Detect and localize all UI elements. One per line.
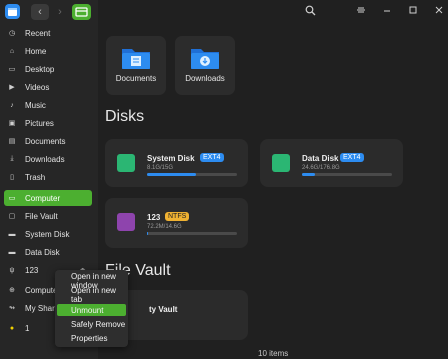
disk-size: 24.6G/176.8G (302, 165, 340, 171)
sidebar-item-label: System Disk (25, 229, 70, 239)
sidebar-item-label: Documents (25, 136, 66, 146)
sidebar-item-label: Data Disk (25, 247, 60, 257)
sidebar-item-computer[interactable]: ▭ Computer (4, 190, 92, 206)
vault-icon: ▢ (8, 213, 16, 220)
search-icon[interactable] (305, 5, 316, 18)
usage-bar (302, 173, 392, 176)
usage-bar-fill (147, 173, 196, 176)
back-button[interactable]: ‹ (31, 4, 49, 20)
tag-icon: ● (9, 324, 15, 332)
disk-name: System Disk (147, 154, 195, 163)
sidebar-item-label: File Vault (25, 211, 58, 221)
usage-bar (147, 173, 237, 176)
sidebar-item-label: Downloads (25, 154, 65, 164)
sidebar-item-music[interactable]: ♪ Music (4, 97, 92, 113)
disk-card-data[interactable]: Data Disk EXT4 24.6G/176.8G (260, 139, 403, 187)
disk-card-system[interactable]: System Disk EXT4 8.1G/15G (105, 139, 248, 187)
usb-disk-icon (117, 213, 135, 231)
sidebar-item-recent[interactable]: ◷ Recent (4, 25, 92, 41)
fs-badge: NTFS (165, 212, 190, 221)
sidebar-item-label: Home (25, 46, 47, 56)
disk-size: 72.2M/14.6G (147, 224, 182, 230)
usage-bar-fill (147, 232, 148, 235)
sidebar-item-home[interactable]: ⌂ Home (4, 43, 92, 59)
fs-badge: EXT4 (340, 153, 364, 162)
sidebar-item-downloads[interactable]: ⤓ Downloads (4, 151, 92, 167)
minimize-icon[interactable] (382, 5, 392, 17)
disk-name: 123 (147, 213, 161, 222)
sidebar-item-label: Pictures (25, 118, 54, 128)
network-icon: ⊕ (9, 287, 15, 294)
menu-item-unmount[interactable]: Unmount (57, 304, 126, 316)
view-mode-button[interactable] (72, 4, 91, 20)
menu-item-safely-remove[interactable]: Safely Remove (57, 318, 126, 330)
sidebar-item-label: 123 (25, 265, 39, 275)
sidebar-item-system-disk[interactable]: ▬ System Disk (4, 226, 92, 242)
context-menu: Open in new window Open in new tab Unmou… (55, 270, 128, 347)
vault-label: ty Vault (149, 305, 178, 314)
sidebar-item-label: Trash (25, 172, 46, 182)
desktop-icon: ▭ (8, 66, 16, 73)
documents-folder-icon (120, 45, 152, 73)
data-disk-icon (272, 154, 290, 172)
usage-bar-fill (302, 173, 315, 176)
sidebar-item-documents[interactable]: ▤ Documents (4, 133, 92, 149)
sidebar-item-trash[interactable]: ▯ Trash (4, 169, 92, 185)
folder-documents[interactable]: Documents (106, 36, 166, 95)
document-icon: ▤ (8, 138, 16, 145)
sidebar-item-label: Recent (25, 28, 51, 38)
fs-badge: EXT4 (200, 153, 224, 162)
sidebar-item-file-vault[interactable]: ▢ File Vault (4, 208, 92, 224)
usb-icon: ψ (9, 266, 15, 274)
sidebar-item-label: Desktop (25, 64, 55, 74)
disk-card-123[interactable]: 123 NTFS 72.2M/14.6G (105, 198, 248, 248)
share-icon: ↬ (9, 305, 15, 312)
folder-label: Downloads (185, 74, 225, 83)
music-icon: ♪ (10, 101, 14, 109)
system-disk-icon (117, 154, 135, 172)
sidebar-item-label: Music (25, 100, 46, 110)
main-content: Documents Downloads Disks System Disk EX… (98, 0, 448, 359)
folder-label: Documents (115, 74, 157, 83)
computer-icon: ▭ (8, 195, 16, 202)
menu-item-open-new-tab[interactable]: Open in new tab (57, 286, 126, 304)
forward-button[interactable]: › (51, 4, 69, 20)
clock-icon: ◷ (8, 30, 16, 37)
download-icon: ⤓ (10, 155, 14, 162)
video-icon: ▶ (9, 84, 15, 91)
disk-icon: ▬ (8, 230, 16, 238)
menu-icon[interactable] (356, 5, 366, 17)
maximize-icon[interactable] (408, 5, 418, 17)
sidebar-item-label: Computer (25, 193, 61, 203)
sidebar-item-label: Videos (25, 82, 50, 92)
disks-section-title: Disks (105, 108, 145, 125)
menu-item-properties[interactable]: Properties (57, 332, 126, 344)
sidebar-item-videos[interactable]: ▶ Videos (4, 79, 92, 95)
picture-icon: ▣ (8, 120, 16, 127)
sidebar-item-desktop[interactable]: ▭ Desktop (4, 61, 92, 77)
usage-bar (147, 232, 237, 235)
sidebar-item-label: 1 (25, 323, 30, 333)
disk-size: 8.1G/15G (147, 165, 174, 171)
home-icon: ⌂ (9, 47, 15, 55)
close-icon[interactable] (434, 5, 444, 17)
downloads-folder-icon (189, 45, 221, 73)
folder-downloads[interactable]: Downloads (175, 36, 235, 95)
app-logo-icon (5, 4, 20, 19)
disk-name: Data Disk (302, 154, 339, 163)
sidebar-item-pictures[interactable]: ▣ Pictures (4, 115, 92, 131)
status-item-count: 10 items (258, 349, 289, 358)
trash-icon: ▯ (10, 174, 14, 181)
sidebar-item-data-disk[interactable]: ▬ Data Disk (4, 244, 92, 260)
disk-icon: ▬ (8, 248, 16, 256)
